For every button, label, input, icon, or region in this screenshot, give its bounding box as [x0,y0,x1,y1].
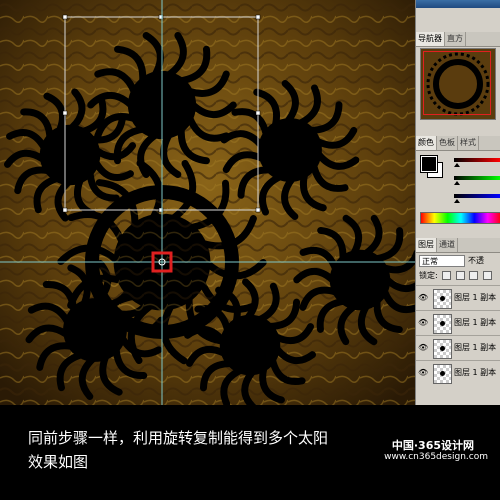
brush-icon[interactable] [455,271,465,280]
caption-line-1: 同前步骤一样，利用旋转复制能得到多个太阳 [28,429,329,447]
layer-row[interactable]: 👁 图层 1 副本 [416,285,500,310]
lock-row: 锁定: [419,271,492,281]
caption-line-2: 效果如图 [28,453,89,471]
opacity-label: 不透 [468,256,484,265]
tab-swatches[interactable]: 色板 [437,136,458,150]
watermark-url: www.cn365design.com [384,452,488,462]
tab-channels[interactable]: 通道 [437,238,458,252]
eye-icon[interactable]: 👁 [418,318,428,327]
layer-name: 图层 1 副本 [454,343,497,352]
lock-transparent-icon[interactable] [442,271,452,280]
layer-name: 图层 1 副本 [454,318,497,327]
layers-panel: 图层 通道 正常 不透 锁定: 👁 图层 1 副本 👁 图层 1 副本 👁 图层… [416,238,500,405]
layer-row[interactable]: 👁 图层 1 副本 [416,360,500,385]
layer-thumbnail-icon [433,314,452,334]
eye-icon[interactable]: 👁 [418,343,428,352]
foreground-color-swatch[interactable] [420,155,438,173]
tab-color[interactable]: 颜色 [416,136,437,150]
layer-row[interactable]: 👁 图层 1 副本 [416,310,500,335]
layer-row[interactable]: 👁 图层 1 副本 [416,335,500,360]
color-spectrum-bar[interactable] [420,212,500,224]
layer-thumbnail-icon [433,289,452,309]
color-panel: 颜色 色板 样式 [416,136,500,228]
eye-icon[interactable]: 👁 [418,293,428,302]
move-icon[interactable] [469,271,479,280]
lock-label: 锁定: [419,271,438,280]
canvas-artwork[interactable] [0,0,415,405]
navigator-thumbnail[interactable] [420,48,496,120]
tab-histogram[interactable]: 直方 [445,32,466,46]
panel-titlebar [416,0,500,8]
tab-navigator[interactable]: 导航器 [416,32,445,46]
tab-layers[interactable]: 图层 [416,238,437,252]
document-canvas[interactable] [0,0,415,405]
navigator-view-box[interactable] [423,51,491,115]
tab-styles[interactable]: 样式 [458,136,479,150]
red-slider[interactable] [454,158,500,167]
green-slider[interactable] [454,176,500,185]
eye-icon[interactable]: 👁 [418,368,428,377]
blue-slider[interactable] [454,194,500,203]
layer-thumbnail-icon [433,364,452,384]
panel-dock: 导航器 直方 颜色 色板 样式 图层 通道 正常 不透 锁定: 👁 图层 1 副… [415,0,500,405]
layer-name: 图层 1 副本 [454,368,497,377]
watermark-title: 中国·365设计网 [391,439,474,452]
layer-thumbnail-icon [433,339,452,359]
navigator-panel: 导航器 直方 [416,32,500,124]
lock-icon[interactable] [482,271,492,280]
blend-mode-select[interactable]: 正常 [419,255,465,267]
layer-name: 图层 1 副本 [454,293,497,302]
